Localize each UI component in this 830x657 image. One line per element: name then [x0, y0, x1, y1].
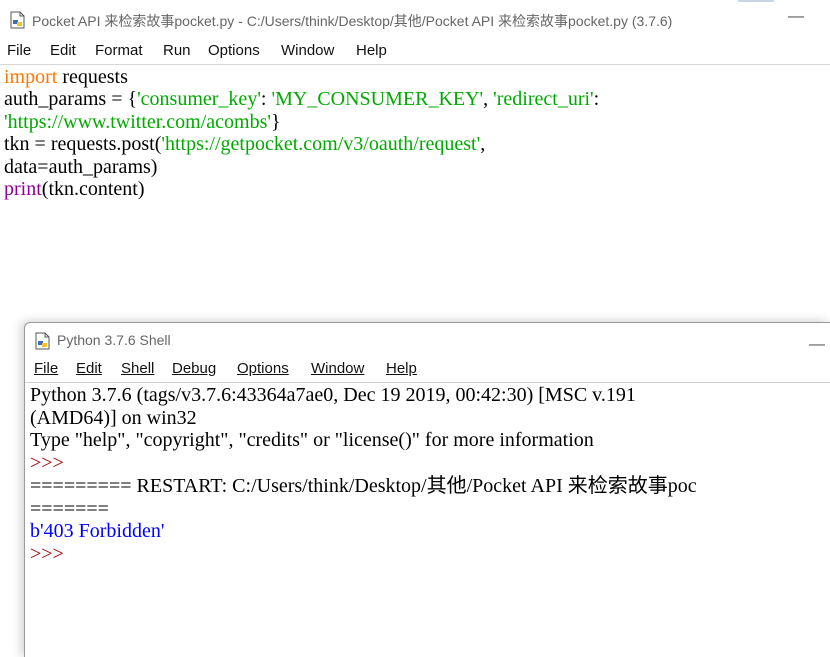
- python-file-icon: [10, 11, 26, 29]
- string-literal: 'redirect_uri': [493, 88, 594, 111]
- shell-result: b'403 Forbidden': [30, 520, 165, 543]
- code-text: :: [593, 88, 600, 111]
- code-line: import requests: [4, 66, 830, 88]
- shell-menu-help[interactable]: Help: [386, 360, 417, 377]
- code-text: tkn = requests.post(: [4, 133, 162, 156]
- code-text: :: [260, 88, 272, 111]
- code-text: ,: [483, 88, 494, 111]
- code-text: data=auth_params): [4, 155, 158, 178]
- code-text: (tkn.content): [41, 178, 145, 201]
- code-text: requests: [57, 66, 128, 88]
- code-line: auth_params = {'consumer_key': 'MY_CONSU…: [4, 88, 830, 110]
- code-text: ,: [480, 133, 486, 156]
- shell-output[interactable]: Python 3.7.6 (tags/v3.7.6:43364a7ae0, De…: [30, 384, 830, 654]
- shell-menubar: File Edit Shell Debug Options Window Hel…: [25, 360, 830, 383]
- shell-line: Python 3.7.6 (tags/v3.7.6:43364a7ae0, De…: [30, 384, 636, 406]
- shell-minimize-button[interactable]: —: [809, 336, 825, 354]
- restart-line: ========= RESTART: C:/Users/think/Deskto…: [30, 474, 697, 497]
- menu-options[interactable]: Options: [208, 42, 260, 59]
- string-literal: 'consumer_key': [137, 88, 261, 111]
- shell-menu-shell[interactable]: Shell: [121, 360, 154, 377]
- string-literal: 'https://getpocket.com/v3/oauth/request': [161, 133, 481, 156]
- menu-window[interactable]: Window: [281, 42, 334, 59]
- menu-edit[interactable]: Edit: [50, 42, 76, 59]
- minimize-button[interactable]: —: [788, 8, 804, 26]
- code-editor[interactable]: import requests auth_params = {'consumer_…: [4, 66, 830, 316]
- shell-menu-file[interactable]: File: [34, 360, 58, 377]
- string-literal: 'https://www.twitter.com/acombs': [4, 110, 271, 133]
- code-line: tkn = requests.post('https://getpocket.c…: [4, 133, 830, 155]
- editor-menubar: File Edit Format Run Options Window Help: [0, 40, 830, 65]
- string-literal: 'MY_CONSUMER_KEY': [271, 88, 484, 111]
- code-line: print(tkn.content): [4, 178, 830, 200]
- builtin-print: print: [4, 178, 42, 201]
- code-text: auth_params = {: [4, 88, 138, 111]
- editor-title: Pocket API 来检索故事pocket.py - C:/Users/thi…: [32, 13, 673, 29]
- python-shell-icon: [35, 332, 51, 350]
- shell-line: Type "help", "copyright", "credits" or "…: [30, 429, 594, 452]
- shell-prompt: >>>: [30, 542, 64, 565]
- shell-menu-options[interactable]: Options: [237, 360, 289, 377]
- shell-line: (AMD64)] on win32: [30, 406, 197, 429]
- shell-menu-debug[interactable]: Debug: [172, 360, 216, 377]
- menu-help[interactable]: Help: [356, 42, 387, 59]
- code-line: data=auth_params): [4, 156, 830, 178]
- shell-window: Python 3.7.6 Shell — File Edit Shell Deb…: [24, 322, 830, 657]
- keyword-import: import: [4, 66, 58, 88]
- shell-titlebar[interactable]: Python 3.7.6 Shell —: [35, 332, 825, 354]
- restart-line-cont: =======: [30, 497, 109, 520]
- shell-menu-window[interactable]: Window: [311, 360, 364, 377]
- menu-file[interactable]: File: [7, 42, 31, 59]
- shell-menu-edit[interactable]: Edit: [76, 360, 102, 377]
- titlebar-accent: [738, 0, 774, 2]
- shell-title: Python 3.7.6 Shell: [57, 332, 171, 348]
- menu-run[interactable]: Run: [163, 42, 191, 59]
- code-text: }: [271, 110, 281, 133]
- code-line: 'https://www.twitter.com/acombs'}: [4, 111, 830, 133]
- menu-format[interactable]: Format: [95, 42, 143, 59]
- shell-prompt: >>>: [30, 452, 64, 475]
- editor-titlebar[interactable]: Pocket API 来检索故事pocket.py - C:/Users/thi…: [0, 0, 830, 40]
